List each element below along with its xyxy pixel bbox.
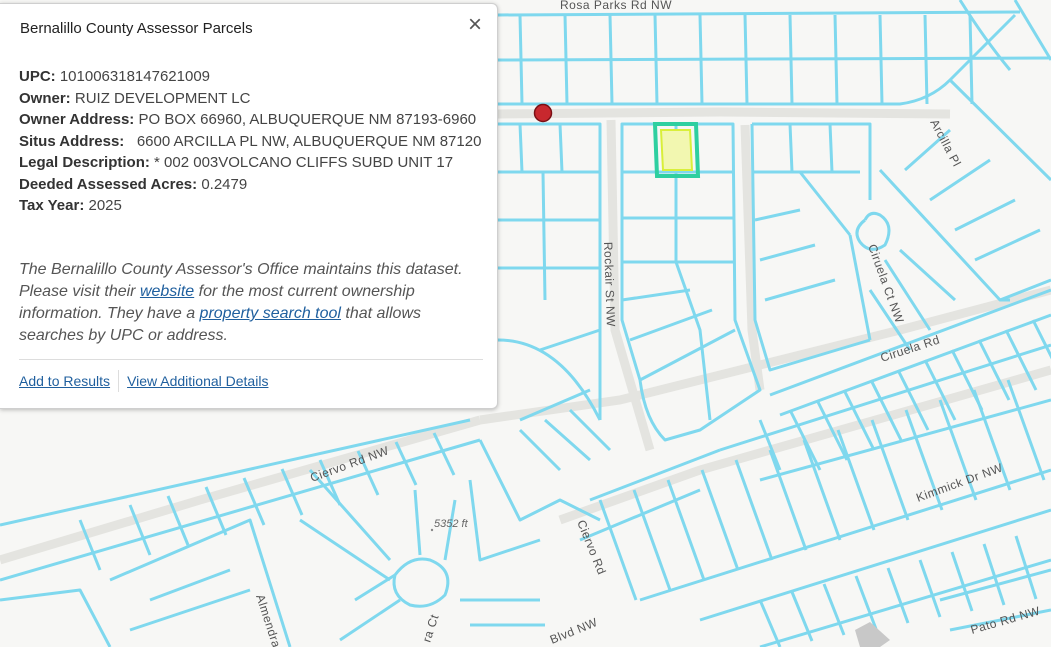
field-value: 0.2479 — [197, 175, 248, 193]
parcel-line — [923, 14, 929, 105]
parcel-line — [968, 14, 974, 105]
parcel-line — [698, 14, 704, 105]
field-value: * 002 003VOLCANO CLIFFS SUBD UNIT 17 — [149, 154, 454, 171]
parcel-line — [563, 14, 569, 105]
street-label-rockair: Rockair St NW — [601, 242, 618, 328]
close-icon[interactable]: × — [465, 13, 485, 37]
field-value: 101006318147621009 — [55, 68, 211, 85]
field-label: Legal Description: — [19, 154, 150, 171]
field-tax-year: Tax Year: 2025 — [19, 195, 489, 217]
field-label: Owner: — [19, 89, 71, 107]
parcel-line — [828, 123, 834, 173]
parcel-fields: UPC: 101006318147621009 Owner: RUIZ DEVE… — [19, 66, 489, 217]
field-value: RUIZ DEVELOPMENT LC — [70, 89, 251, 107]
field-label: Deeded Assessed Acres: — [19, 175, 198, 193]
parcel-line — [541, 171, 547, 301]
parcel-line — [743, 14, 749, 105]
parcel-line — [878, 14, 884, 105]
field-value: 2025 — [84, 197, 122, 214]
field-label: Situs Address: — [19, 132, 125, 150]
field-upc: UPC: 101006318147621009 — [19, 66, 489, 88]
property-search-link[interactable]: property search tool — [200, 305, 341, 322]
elevation-label: 5352 ft — [434, 518, 469, 530]
view-additional-details-link[interactable]: View Additional Details — [127, 373, 268, 389]
parcel-line — [518, 123, 524, 173]
field-owner-address: Owner Address: PO BOX 66960, ALBUQUERQUE… — [19, 109, 489, 131]
elevation-point — [430, 528, 434, 532]
field-label: Tax Year: — [19, 197, 85, 214]
field-label: Owner Address: — [19, 111, 135, 128]
parcel-line — [788, 123, 794, 173]
field-legal-description: Legal Description: * 002 003VOLCANO CLIF… — [19, 152, 489, 174]
field-owner: Owner: RUIZ DEVELOPMENT LC — [19, 88, 489, 110]
add-to-results-link[interactable]: Add to Results — [19, 373, 110, 389]
parcel-line — [518, 14, 524, 105]
parcel-line — [608, 14, 614, 105]
action-separator — [118, 370, 120, 392]
parcel-line — [788, 14, 794, 105]
parcel-info-popup: Bernalillo County Assessor Parcels × UPC… — [0, 3, 498, 409]
dataset-description: The Bernalillo County Assessor's Office … — [19, 259, 481, 347]
divider — [19, 359, 483, 360]
street-label-rosa-parks: Rosa Parks Rd NW — [560, 0, 672, 12]
field-acres: Deeded Assessed Acres: 0.2479 — [19, 174, 489, 196]
parcel-line — [653, 14, 659, 105]
parcel-line — [497, 56, 1051, 62]
website-link[interactable]: website — [140, 283, 194, 300]
popup-actions: Add to Results View Additional Details — [19, 370, 268, 392]
popup-title: Bernalillo County Assessor Parcels — [20, 20, 253, 37]
field-value: 6600 ARCILLA PL NW, ALBUQUERQUE NM 87120 — [124, 132, 482, 150]
field-label: UPC: — [19, 68, 56, 85]
location-marker[interactable] — [533, 103, 553, 123]
parcel-line — [558, 123, 564, 173]
field-situs-address: Situs Address: 6600 ARCILLA PL NW, ALBUQ… — [19, 131, 489, 153]
field-value: PO BOX 66960, ALBUQUERQUE NM 87193-6960 — [134, 111, 477, 128]
parcel-line — [833, 14, 839, 105]
